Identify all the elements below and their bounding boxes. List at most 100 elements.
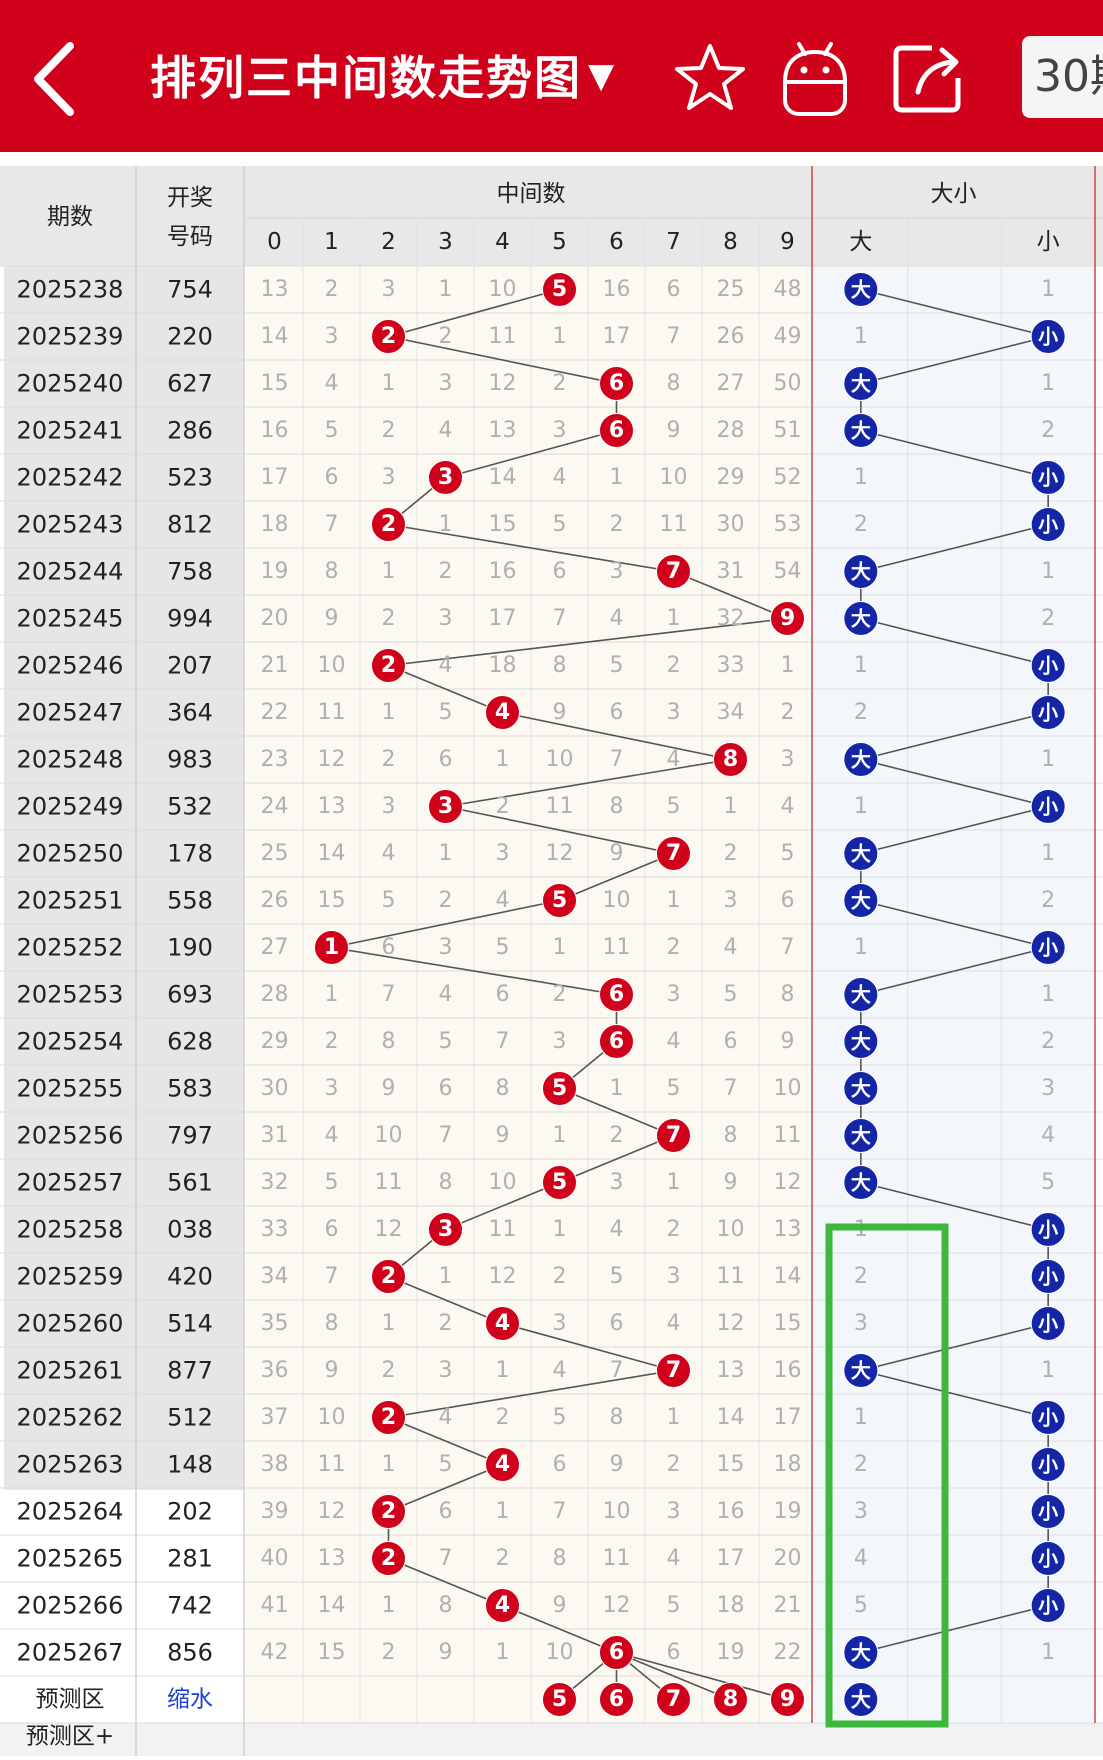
omit-value: 25 <box>717 277 745 302</box>
number-cell: 148 <box>167 1451 213 1479</box>
header-digit-6: 6 <box>609 229 624 255</box>
period-cell: 2025257 <box>17 1169 124 1197</box>
predict-ball-label: 5 <box>552 1687 567 1712</box>
header-number-line2: 号码 <box>167 224 213 250</box>
omit-value: 5 <box>325 1170 339 1195</box>
left-column-bg <box>4 266 244 1490</box>
omit-value: 14 <box>774 1264 802 1289</box>
omit-value: 5 <box>610 653 624 678</box>
period-cell: 2025266 <box>17 1592 124 1620</box>
omit-value: 1 <box>382 1593 396 1618</box>
omit-value: 2 <box>553 1264 567 1289</box>
omit-value: 9 <box>610 841 624 866</box>
period-cell: 2025261 <box>17 1357 124 1385</box>
omit-value: 6 <box>553 559 567 584</box>
omit-value: 12 <box>489 371 517 396</box>
period-cell: 2025256 <box>17 1122 124 1150</box>
caret-down-icon[interactable]: ▼ <box>588 56 614 96</box>
omit-value: 17 <box>603 324 631 349</box>
omit-value: 10 <box>375 1123 403 1148</box>
page-title[interactable]: 排列三中间数走势图 <box>150 42 582 108</box>
omit-value: 8 <box>439 1170 453 1195</box>
shrink-link[interactable]: 缩水 <box>167 1687 213 1713</box>
omit-value: 2 <box>382 747 396 772</box>
omit-value: 2 <box>496 1405 510 1430</box>
period-selector[interactable]: 30期 <box>1022 36 1103 118</box>
size-ball-label: 大 <box>851 607 871 631</box>
omit-value: 13 <box>318 1546 346 1571</box>
omit-value: 51 <box>774 418 802 443</box>
omit-value: 48 <box>774 277 802 302</box>
digit-ball-label: 2 <box>381 653 396 678</box>
number-cell: 281 <box>167 1545 213 1573</box>
omit-value: 15 <box>489 512 517 537</box>
omit-value: 2 <box>553 371 567 396</box>
omit-value: 20 <box>261 606 289 631</box>
predict-ball-label: 7 <box>666 1687 681 1712</box>
omit-value: 5 <box>667 794 681 819</box>
number-cell: 038 <box>167 1216 213 1244</box>
number-cell: 797 <box>167 1122 213 1150</box>
period-cell: 2025240 <box>17 370 124 398</box>
omit-value: 13 <box>717 1358 745 1383</box>
omit-value: 1 <box>553 1217 567 1242</box>
header-size-0: 大 <box>849 229 872 255</box>
size-ball-label: 小 <box>1038 795 1058 819</box>
omit-value: 1 <box>496 747 510 772</box>
back-button[interactable] <box>28 34 88 124</box>
omit-value: 7 <box>439 1123 453 1148</box>
digit-ball-label: 2 <box>381 512 396 537</box>
size-omit-value: 5 <box>1041 1170 1055 1195</box>
favorite-button[interactable] <box>670 38 750 118</box>
omit-value: 36 <box>261 1358 289 1383</box>
omit-value: 13 <box>261 277 289 302</box>
omit-value: 4 <box>667 1546 681 1571</box>
omit-value: 49 <box>774 324 802 349</box>
omit-value: 22 <box>261 700 289 725</box>
omit-value: 6 <box>439 1499 453 1524</box>
omit-value: 3 <box>781 747 795 772</box>
predict-label: 预测区 <box>36 1687 105 1713</box>
omit-value: 35 <box>261 1311 289 1336</box>
omit-value: 9 <box>553 1593 567 1618</box>
omit-value: 2 <box>496 1546 510 1571</box>
omit-value: 16 <box>489 559 517 584</box>
size-omit-value: 1 <box>1041 982 1055 1007</box>
robot-button[interactable] <box>775 38 855 118</box>
omit-value: 5 <box>439 1452 453 1477</box>
omit-value: 28 <box>717 418 745 443</box>
share-button[interactable] <box>888 38 968 118</box>
omit-value: 6 <box>325 465 339 490</box>
period-cell: 2025254 <box>17 1028 124 1056</box>
size-ball-label: 小 <box>1038 513 1058 537</box>
omit-value: 6 <box>382 935 396 960</box>
size-omit-value: 1 <box>854 794 868 819</box>
omit-value: 2 <box>439 1311 453 1336</box>
omit-value: 3 <box>667 700 681 725</box>
size-omit-value: 1 <box>854 324 868 349</box>
size-ball-label: 大 <box>851 1171 871 1195</box>
digit-ball-label: 2 <box>381 1264 396 1289</box>
predict-plus-bg <box>0 1723 1103 1756</box>
omit-value: 3 <box>439 1358 453 1383</box>
omit-value: 3 <box>496 841 510 866</box>
period-cell: 2025238 <box>17 276 124 304</box>
size-ball-label: 小 <box>1038 1547 1058 1571</box>
omit-value: 30 <box>261 1076 289 1101</box>
omit-value: 16 <box>717 1499 745 1524</box>
omit-value: 26 <box>717 324 745 349</box>
header-size-group: 大小 <box>931 181 977 207</box>
period-cell: 2025267 <box>17 1639 124 1667</box>
omit-value: 17 <box>261 465 289 490</box>
omit-value: 19 <box>774 1499 802 1524</box>
omit-value: 4 <box>610 606 624 631</box>
size-omit-value: 1 <box>1041 277 1055 302</box>
omit-value: 1 <box>325 982 339 1007</box>
omit-value: 3 <box>439 371 453 396</box>
trend-table: 期数开奖号码中间数 大小0 1 2 3 4 5 6 7 8 9 大小2025238 754 13 2 3 1 10… <box>0 166 1103 1756</box>
omit-value: 5 <box>667 1076 681 1101</box>
omit-value: 12 <box>774 1170 802 1195</box>
omit-value: 10 <box>660 465 688 490</box>
size-omit-value: 4 <box>854 1546 868 1571</box>
omit-value: 2 <box>667 935 681 960</box>
